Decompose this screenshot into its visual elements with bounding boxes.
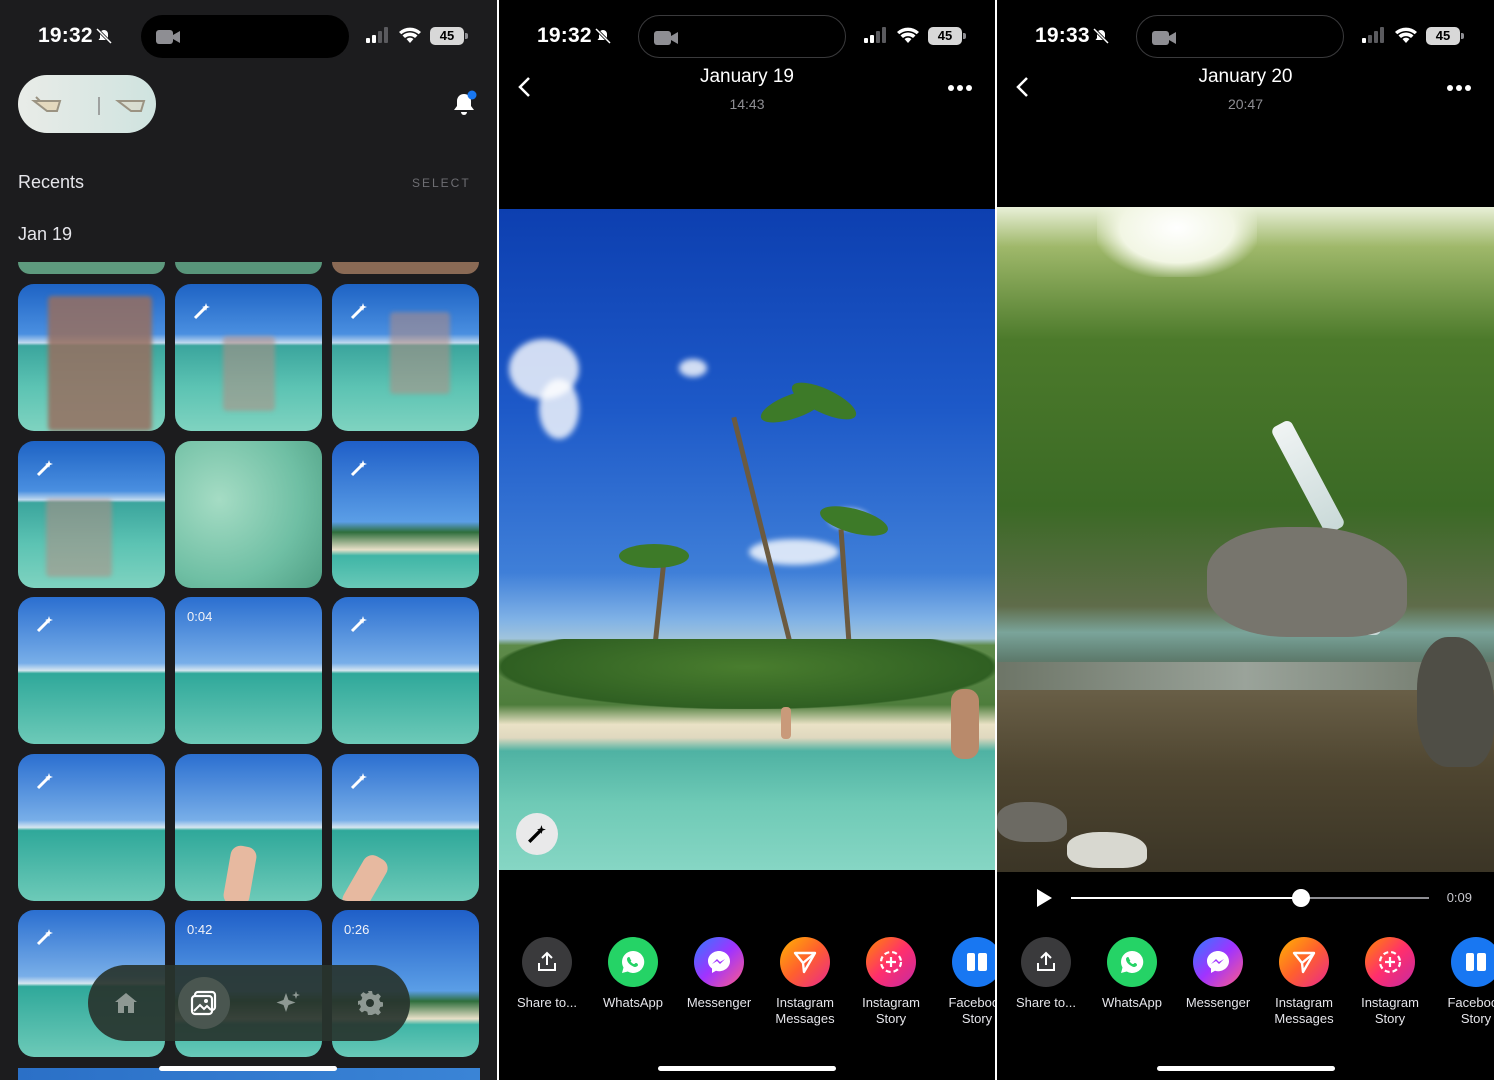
facebook-story-button[interactable]: Facebook Story <box>1436 937 1494 1027</box>
instagram-story-button[interactable]: Instagram Story <box>851 937 931 1027</box>
whatsapp-icon <box>622 950 645 973</box>
nav-ai[interactable] <box>262 977 314 1029</box>
media-thumbnail[interactable] <box>18 441 165 588</box>
media-thumbnail[interactable] <box>332 284 479 431</box>
instagram-story-button[interactable]: Instagram Story <box>1350 937 1430 1027</box>
select-button[interactable]: SELECT <box>412 176 471 190</box>
glasses-icon <box>31 96 146 115</box>
magic-wand-icon <box>36 929 53 946</box>
section-title: Recents <box>18 172 85 192</box>
facebook-story-button[interactable]: Facebook Story <box>937 937 995 1027</box>
media-thumbnail[interactable] <box>332 597 479 744</box>
whatsapp-icon <box>1121 950 1144 973</box>
facebook-story-icon <box>1466 953 1486 971</box>
bell-slash-icon <box>95 28 112 44</box>
waterfall-video[interactable] <box>997 207 1494 872</box>
video-scrubber-handle[interactable] <box>1292 889 1310 907</box>
battery-indicator: 45 <box>430 27 468 45</box>
instagram-story-icon <box>1378 950 1402 974</box>
status-time: 19:32 <box>38 24 112 48</box>
media-thumbnail[interactable] <box>175 284 322 431</box>
facebook-story-icon <box>967 953 987 971</box>
video-player-controls: 0:09 <box>997 884 1494 912</box>
video-time: 0:09 <box>1446 890 1472 905</box>
signal-icon <box>366 27 388 43</box>
wifi-icon <box>1395 27 1417 43</box>
nav-home[interactable] <box>100 977 152 1029</box>
wifi-icon <box>399 27 421 43</box>
media-thumbnail[interactable] <box>332 754 479 901</box>
video-duration: 0:04 <box>187 609 213 624</box>
battery-indicator: 45 <box>1426 27 1464 45</box>
messenger-icon <box>708 951 730 973</box>
video-duration: 0:42 <box>187 922 213 937</box>
video-thumbnail[interactable]: 0:04 <box>175 597 322 744</box>
magic-wand-icon <box>193 303 210 320</box>
media-thumbnail[interactable] <box>18 284 165 431</box>
notifications-bell-icon[interactable] <box>452 90 478 118</box>
messenger-button[interactable]: Messenger <box>1178 937 1258 1011</box>
home-indicator <box>658 1066 836 1071</box>
video-scrubber-progress <box>1071 897 1300 899</box>
media-thumbnail[interactable] <box>175 754 322 901</box>
status-time: 19:33 <box>1035 24 1109 48</box>
viewer-subtitle: 20:47 <box>1227 96 1264 112</box>
more-options-icon[interactable] <box>1446 84 1472 92</box>
share-to-button[interactable]: Share to... <box>1006 937 1086 1011</box>
messenger-icon <box>1207 951 1229 973</box>
gear-icon <box>358 991 383 1016</box>
photo-viewer-screen: 19:32 45 January 19 14:43 Share to... Wh… <box>499 0 995 1080</box>
instagram-story-icon <box>879 950 903 974</box>
viewer-title: January 20 <box>1198 66 1293 87</box>
instagram-messages-button[interactable]: Instagram Messages <box>765 937 845 1027</box>
home-icon <box>115 993 137 1013</box>
share-icon <box>538 951 556 971</box>
media-thumbnail[interactable] <box>18 597 165 744</box>
play-icon[interactable] <box>1035 888 1053 908</box>
magic-wand-icon <box>36 460 53 477</box>
instagram-direct-icon <box>793 951 817 974</box>
video-viewer-screen: 19:33 45 January 20 20:47 0:09 Share to.… <box>997 0 1494 1080</box>
home-indicator <box>1157 1066 1335 1071</box>
magic-wand-icon <box>350 460 367 477</box>
video-camera-icon <box>1152 31 1176 45</box>
bottom-nav <box>88 965 410 1041</box>
signal-icon <box>1362 27 1384 43</box>
media-thumbnail[interactable] <box>332 441 479 588</box>
media-thumbnail[interactable] <box>18 754 165 901</box>
home-indicator <box>159 1066 337 1071</box>
partial-tile[interactable] <box>175 262 322 274</box>
partial-tile[interactable] <box>18 262 165 274</box>
whatsapp-button[interactable]: WhatsApp <box>1092 937 1172 1011</box>
nav-gallery[interactable] <box>178 977 230 1029</box>
magic-wand-icon <box>350 616 367 633</box>
partial-tile[interactable] <box>332 262 479 274</box>
gallery-icon <box>190 990 217 1016</box>
sparkle-icon <box>276 991 300 1012</box>
nav-settings[interactable] <box>344 977 396 1029</box>
bell-slash-icon <box>1092 28 1109 44</box>
instagram-direct-icon <box>1292 951 1316 974</box>
media-thumbnail[interactable] <box>175 441 322 588</box>
share-icon <box>1037 951 1055 971</box>
magic-wand-icon <box>350 773 367 790</box>
video-camera-icon <box>156 30 180 44</box>
connected-glasses-button[interactable] <box>18 75 156 133</box>
dynamic-island <box>141 15 349 58</box>
magic-wand-icon <box>350 303 367 320</box>
library-screen: 19:32 45 Recents SELECT Jan 19 0:04 0:42… <box>0 0 497 1080</box>
share-row: Share to... WhatsApp Messenger Instagram… <box>499 0 995 1080</box>
share-to-button[interactable]: Share to... <box>507 937 587 1011</box>
whatsapp-button[interactable]: WhatsApp <box>593 937 673 1011</box>
date-header: Jan 19 <box>18 224 73 244</box>
instagram-messages-button[interactable]: Instagram Messages <box>1264 937 1344 1027</box>
dynamic-island <box>1136 15 1344 58</box>
magic-wand-icon <box>36 773 53 790</box>
magic-wand-icon <box>36 616 53 633</box>
video-duration: 0:26 <box>344 922 370 937</box>
messenger-button[interactable]: Messenger <box>679 937 759 1011</box>
